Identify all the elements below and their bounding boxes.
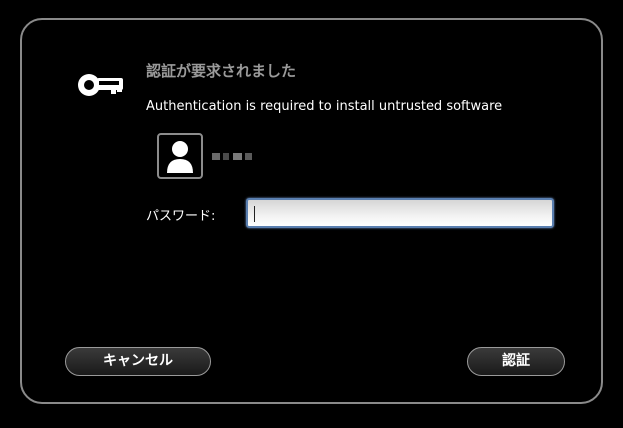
dialog-message: Authentication is required to install un… xyxy=(146,99,503,114)
key-icon xyxy=(78,74,123,96)
auth-dialog: 認証が要求されました Authentication is required to… xyxy=(20,18,603,404)
username-obscured xyxy=(245,153,252,160)
username-obscured xyxy=(233,153,242,160)
user-avatar-icon xyxy=(167,141,193,173)
user-avatar xyxy=(157,133,203,179)
dialog-title: 認証が要求されました xyxy=(146,62,297,80)
text-caret xyxy=(254,206,255,222)
username-obscured xyxy=(223,153,229,160)
password-input[interactable] xyxy=(246,198,554,228)
password-label: パスワード: xyxy=(146,209,216,224)
authenticate-button[interactable]: 認証 xyxy=(467,347,565,376)
username xyxy=(212,151,262,163)
cancel-button[interactable]: キャンセル xyxy=(65,347,211,376)
username-obscured xyxy=(212,153,220,160)
